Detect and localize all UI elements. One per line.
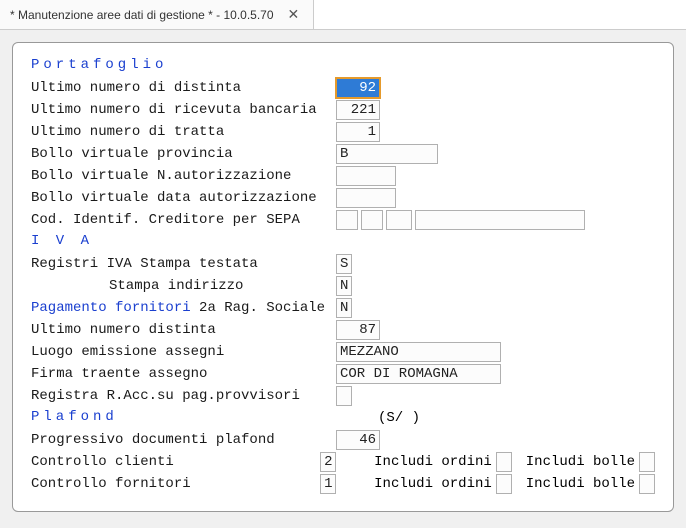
input-sepa-4[interactable]	[415, 210, 585, 230]
input-cc-ordini[interactable]	[496, 452, 512, 472]
label-stampa-indirizzo: Stampa indirizzo	[31, 278, 336, 294]
section-plafond: Plafond	[31, 409, 336, 425]
label-bollo-aut: Bollo virtuale N.autorizzazione	[31, 168, 336, 184]
label-cod-sepa: Cod. Identif. Creditore per SEPA	[31, 212, 336, 228]
label-ultimo-distinta: Ultimo numero di distinta	[31, 80, 336, 96]
label-prog-plafond: Progressivo documenti plafond	[31, 432, 336, 448]
input-firma-traente[interactable]	[336, 364, 501, 384]
input-stampa-indirizzo[interactable]	[336, 276, 352, 296]
tab-active[interactable]: * Manutenzione aree dati di gestione * -…	[0, 0, 314, 29]
input-ultimo-distinta[interactable]	[336, 78, 380, 98]
input-controllo-fornitori[interactable]	[320, 474, 336, 494]
label-registri-iva: Registri IVA Stampa testata	[31, 256, 336, 272]
input-bollo-prov[interactable]	[336, 144, 438, 164]
tab-bar: * Manutenzione aree dati di gestione * -…	[0, 0, 686, 30]
input-pag-fornitori[interactable]	[336, 298, 352, 318]
section-iva: I V A	[31, 233, 93, 249]
form-panel: Portafoglio Ultimo numero di distinta Ul…	[12, 42, 674, 512]
input-cf-ordini[interactable]	[496, 474, 512, 494]
label-bollo-prov: Bollo virtuale provincia	[31, 146, 336, 162]
input-cf-bolle[interactable]	[639, 474, 655, 494]
label-pag-fornitori: Pagamento fornitori 2a Rag. Sociale	[31, 300, 336, 316]
section-portafoglio: Portafoglio	[31, 57, 167, 73]
close-icon[interactable]: ✕	[284, 6, 304, 23]
label-controllo-clienti: Controllo clienti	[31, 454, 320, 470]
input-registra-racc[interactable]	[336, 386, 352, 406]
label-registra-racc: Registra R.Acc.su pag.provvisori	[31, 388, 336, 404]
input-cc-bolle[interactable]	[639, 452, 655, 472]
label-ultimo-distinta2: Ultimo numero distinta	[31, 322, 336, 338]
input-ultimo-distinta2[interactable]	[336, 320, 380, 340]
label-cf-ordini: Includi ordini	[374, 476, 492, 492]
input-prog-plafond[interactable]	[336, 430, 380, 450]
plafond-suffix: (S/ )	[378, 410, 420, 426]
input-sepa-1[interactable]	[336, 210, 358, 230]
input-sepa-3[interactable]	[386, 210, 412, 230]
input-luogo-assegni[interactable]	[336, 342, 501, 362]
label-ultimo-tratta: Ultimo numero di tratta	[31, 124, 336, 140]
input-controllo-clienti[interactable]	[320, 452, 336, 472]
label-firma-traente: Firma traente assegno	[31, 366, 336, 382]
input-ultimo-tratta[interactable]	[336, 122, 380, 142]
input-registri-iva[interactable]	[336, 254, 352, 274]
label-luogo-assegni: Luogo emissione assegni	[31, 344, 336, 360]
label-controllo-fornitori: Controllo fornitori	[31, 476, 320, 492]
label-bollo-data: Bollo virtuale data autorizzazione	[31, 190, 336, 206]
label-ultimo-ricevuta: Ultimo numero di ricevuta bancaria	[31, 102, 336, 118]
label-cf-bolle: Includi bolle	[526, 476, 635, 492]
tab-title: * Manutenzione aree dati di gestione * -…	[10, 8, 274, 22]
label-cc-ordini: Includi ordini	[374, 454, 492, 470]
input-sepa-2[interactable]	[361, 210, 383, 230]
label-cc-bolle: Includi bolle	[526, 454, 635, 470]
input-bollo-data[interactable]	[336, 188, 396, 208]
input-bollo-aut[interactable]	[336, 166, 396, 186]
input-ultimo-ricevuta[interactable]	[336, 100, 380, 120]
